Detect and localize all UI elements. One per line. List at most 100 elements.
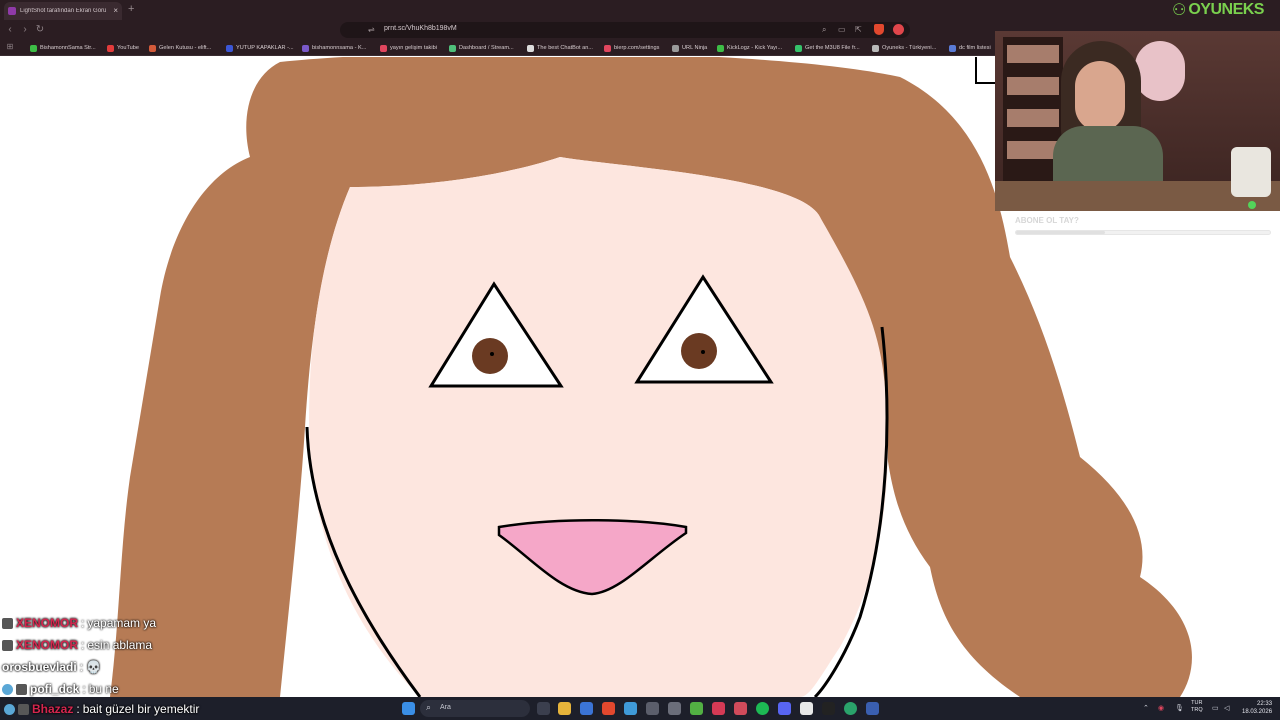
tab-close-icon[interactable]: × xyxy=(113,7,118,15)
chat-username: Bhazaz xyxy=(32,702,74,716)
webcam-plush-toy xyxy=(1135,41,1185,101)
bookmark-item[interactable]: Gelen Kutusu - elift... xyxy=(149,42,211,54)
capcut-icon[interactable] xyxy=(822,702,835,715)
bookmark-item[interactable]: YouTube xyxy=(107,42,139,54)
bookmark-favicon-icon xyxy=(672,44,679,52)
zoom-icon[interactable]: ⌕ xyxy=(822,24,826,36)
subscribe-goal-bar xyxy=(1015,230,1271,235)
share-icon[interactable]: ⇱ xyxy=(855,24,862,36)
app-blue-icon[interactable] xyxy=(866,702,879,715)
bookmark-item[interactable]: KickLogz - Kick Yayı... xyxy=(717,42,782,54)
apps-grid-icon[interactable]: ⊞ xyxy=(3,40,17,54)
bookmark-item[interactable]: URL Ninja xyxy=(672,42,707,54)
file-explorer-icon[interactable] xyxy=(558,702,571,715)
bookmark-item[interactable]: The best ChatBot an... xyxy=(527,42,593,54)
bookmark-item[interactable]: Get the M3U8 File fr... xyxy=(795,42,860,54)
app-red-icon[interactable] xyxy=(712,702,725,715)
chat-badge-icon xyxy=(2,617,13,629)
bookmark-favicon-icon xyxy=(107,44,114,52)
windows-start-icon[interactable] xyxy=(402,702,415,715)
bookmark-item[interactable]: yayın gelişim takibi xyxy=(380,42,437,54)
site-info-icon[interactable]: ⇌ xyxy=(368,24,375,36)
right-pupil xyxy=(681,333,717,369)
bookmark-item[interactable]: dc film listesi xyxy=(949,42,991,54)
chat-text: esin ablama xyxy=(87,638,153,652)
forward-icon[interactable]: › xyxy=(18,23,32,37)
bookmark-favicon-icon xyxy=(872,44,879,52)
chat-message-latest: Bhazaz : bait güzel bir yemektir xyxy=(4,700,199,718)
oyuneks-mascot-icon: ⚇ xyxy=(1172,2,1187,19)
webcam-led-icon xyxy=(1248,201,1256,209)
bookmark-favicon-icon xyxy=(302,44,309,52)
bookmark-favicon-icon xyxy=(380,44,387,52)
task-view-icon[interactable] xyxy=(537,702,550,715)
taskbar-search[interactable]: ⌕ Ara xyxy=(420,700,530,717)
bookmark-favicon-icon xyxy=(149,44,156,52)
chat-text: bait güzel bir yemektir xyxy=(82,702,200,716)
spotify-icon[interactable] xyxy=(756,702,769,715)
input-language[interactable]: TUR TRQ xyxy=(1191,700,1203,714)
obs-icon[interactable] xyxy=(668,702,681,715)
face-shape xyxy=(309,157,888,697)
cast-icon[interactable]: ▭ xyxy=(838,24,846,36)
discord-icon[interactable] xyxy=(778,702,791,715)
chat-badge-icon xyxy=(16,683,27,695)
streamer-face xyxy=(1075,61,1125,131)
search-icon: ⌕ xyxy=(426,702,432,712)
microphone-icon[interactable]: 🎙 xyxy=(1175,704,1184,712)
store-icon[interactable] xyxy=(580,702,593,715)
opera-gx-icon[interactable] xyxy=(734,702,747,715)
browser-tab-strip: LightShot tarafından Ekran Görü × + xyxy=(0,0,1280,20)
subscribe-goal-fill xyxy=(1016,231,1105,234)
chat-username: XENOMOR xyxy=(16,616,79,630)
brave-browser-icon[interactable] xyxy=(602,702,615,715)
subscribe-goal-widget: ABONE OL TAY? xyxy=(1012,214,1274,238)
back-icon[interactable]: ‹ xyxy=(3,23,17,37)
bookmark-item[interactable]: bishamonnsama - K... xyxy=(302,42,366,54)
notepad-icon[interactable] xyxy=(800,702,813,715)
bookmark-item[interactable]: Oyuneks - Türkiyeni... xyxy=(872,42,936,54)
stream-chat-overlay: XENOMOR : yapamam ya XENOMOR : esin abla… xyxy=(2,612,302,700)
app-icon[interactable] xyxy=(646,702,659,715)
rewards-icon[interactable] xyxy=(893,24,904,35)
taskbar-search-label: Ara xyxy=(440,704,451,711)
bookmark-item[interactable]: YUTUP KAPAKLAR -... xyxy=(226,42,294,54)
xbox-icon[interactable] xyxy=(690,702,703,715)
chat-badge-icon xyxy=(2,639,13,651)
volume-icon[interactable]: ◁ xyxy=(1224,704,1229,712)
left-pupil-dot xyxy=(490,352,494,356)
new-tab-button[interactable]: + xyxy=(128,3,134,15)
chat-message: XENOMOR : esin ablama xyxy=(2,634,302,656)
reload-icon[interactable]: ↻ xyxy=(33,23,47,37)
chat-username: orosbuevladi xyxy=(2,660,77,674)
chat-username: pofi_dck xyxy=(30,682,80,696)
bookmark-item[interactable]: BishamonnSama Str... xyxy=(30,42,96,54)
taskbar-clock[interactable]: 22:33 18.03.2026 xyxy=(1242,700,1272,716)
bookmark-favicon-icon xyxy=(527,44,534,52)
left-pupil xyxy=(472,338,508,374)
chat-text: bu ne xyxy=(88,682,119,696)
canvas-corner-mark xyxy=(975,57,997,84)
bookmark-item[interactable]: Dashboard / Stream... xyxy=(449,42,514,54)
chat-text: yapamam ya xyxy=(87,616,157,630)
bookmark-favicon-icon xyxy=(449,44,456,52)
edge-icon[interactable] xyxy=(844,702,857,715)
tab-title: LightShot tarafından Ekran Görü xyxy=(20,8,107,14)
bookmark-favicon-icon xyxy=(717,44,724,52)
address-url: prnt.sc/VhuKh8b198vM xyxy=(384,25,457,32)
address-bar[interactable]: ⇌ prnt.sc/VhuKh8b198vM ⌕ ▭ ⇱ xyxy=(340,22,910,38)
right-pupil-dot xyxy=(701,350,705,354)
tray-app-icon[interactable]: ◉ xyxy=(1158,704,1164,712)
bookmark-item[interactable]: bierp.com/settings xyxy=(604,42,659,54)
chat-text: 💀 xyxy=(86,660,101,674)
steam-icon[interactable] xyxy=(624,702,637,715)
bookmark-favicon-icon xyxy=(604,44,611,52)
chat-message: XENOMOR : yapamam ya xyxy=(2,612,302,634)
browser-tab[interactable]: LightShot tarafından Ekran Görü × xyxy=(4,2,122,20)
bookmark-favicon-icon xyxy=(226,44,233,52)
network-icon[interactable]: ▭ xyxy=(1212,704,1219,712)
tray-chevron-icon[interactable]: ⌃ xyxy=(1143,704,1149,712)
brave-shield-icon[interactable] xyxy=(874,24,884,35)
subscribe-goal-label: ABONE OL TAY? xyxy=(1015,216,1079,225)
brand-text: OYUNEKS xyxy=(1188,1,1264,18)
